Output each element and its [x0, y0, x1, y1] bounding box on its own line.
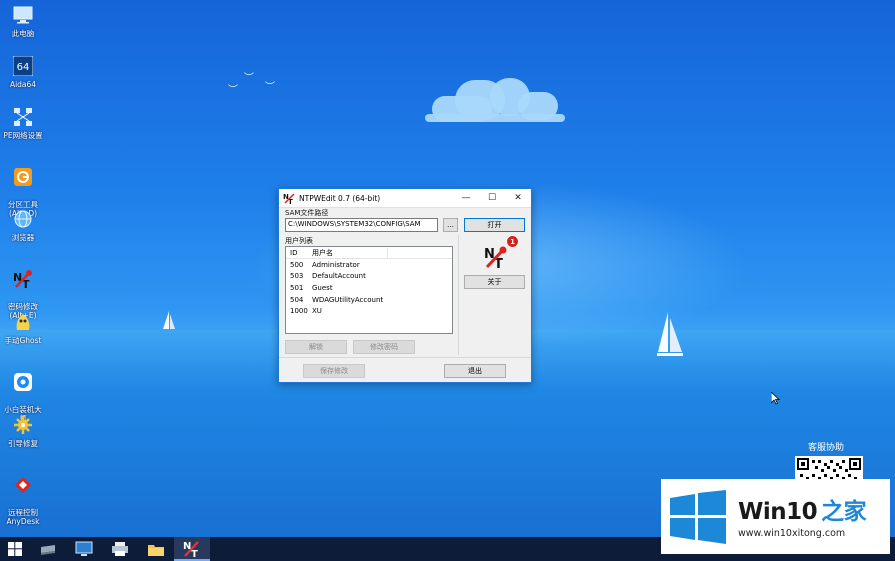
svg-text:T: T — [191, 549, 198, 557]
user-name: Guest — [312, 283, 333, 292]
browser-icon — [12, 208, 34, 230]
exit-button[interactable]: 退出 — [444, 364, 506, 378]
sailboat — [163, 311, 175, 329]
sailboat — [657, 312, 683, 356]
taskbar-device-manager[interactable] — [66, 537, 102, 561]
watermark-brand-suffix: 之家 — [821, 498, 867, 525]
desktop-icon-anydesk[interactable]: 远程控制 AnyDesk — [0, 465, 46, 535]
user-name: DefaultAccount — [312, 272, 366, 281]
start-button[interactable] — [0, 537, 30, 561]
close-button[interactable]: ✕ — [505, 189, 531, 208]
column-header-id[interactable]: ID — [286, 249, 308, 257]
desktop-icon-browser[interactable]: 浏览器 — [0, 208, 46, 242]
desktop-icon-label: Aida64 — [9, 80, 37, 89]
desktop-icon-this-pc[interactable]: 此电脑 — [0, 4, 46, 38]
maximize-button[interactable]: ☐ — [479, 189, 505, 208]
windows-logo-watermark-icon — [668, 489, 728, 544]
user-list-label: 用户列表 — [285, 237, 313, 245]
list-item[interactable]: 1000 XU — [286, 305, 452, 317]
list-header: ID 用户名 — [286, 247, 452, 259]
network-icon — [12, 106, 34, 128]
help-label: 客服协助 — [808, 443, 845, 453]
app-icon: N T — [283, 193, 295, 204]
disk-drive-icon — [41, 545, 55, 555]
taskbar-disk-tool[interactable] — [30, 537, 66, 561]
desktop-icon-label: 此电脑 — [11, 29, 35, 38]
user-id: 501 — [290, 283, 304, 292]
list-item[interactable]: 501 Guest — [286, 282, 452, 294]
notification-badge: 1 — [506, 235, 519, 248]
ghost-icon — [12, 311, 34, 333]
user-list[interactable]: ID 用户名 500 Administrator 503 DefaultAccoun… — [285, 246, 453, 334]
user-id: 1000 — [290, 307, 308, 316]
taskbar-ntpwedit[interactable]: N T — [174, 537, 210, 561]
save-changes-button[interactable]: 保存修改 — [303, 364, 365, 378]
bird: ︶ — [265, 82, 275, 93]
window-title: NTPWEdit 0.7 (64-bit) — [299, 193, 381, 203]
badge-count: 1 — [510, 237, 515, 246]
password-tool-icon: NT — [12, 268, 34, 290]
desktop-icon-boot-repair[interactable]: 引导修复 — [0, 414, 46, 448]
ntpwedit-window[interactable]: N T NTPWEdit 0.7 (64-bit) — ☐ ✕ SAM文件路径 … — [278, 188, 532, 383]
desktop-icon-label: PE网络设置 — [3, 131, 43, 140]
user-id: 500 — [290, 260, 304, 269]
unlock-button[interactable]: 解锁 — [285, 340, 347, 354]
footer-divider — [279, 357, 531, 358]
window-titlebar[interactable]: N T NTPWEdit 0.7 (64-bit) — ☐ ✕ — [279, 189, 531, 208]
sam-path-field[interactable]: C:\WINDOWS\SYSTEM32\CONFIG\SAM — [285, 218, 438, 232]
minimize-button[interactable]: — — [453, 189, 479, 208]
browse-button[interactable]: ... — [443, 218, 458, 232]
list-item[interactable]: 503 DefaultAccount — [286, 271, 452, 283]
about-button[interactable]: 关于 — [464, 275, 525, 289]
divider — [458, 235, 459, 355]
desktop-icon-label: 引导修复 — [8, 439, 38, 448]
svg-text:64: 64 — [17, 62, 30, 73]
user-name: WDAGUtilityAccount — [312, 295, 384, 304]
anydesk-icon — [12, 474, 34, 496]
change-password-button[interactable]: 修改密码 — [353, 340, 415, 354]
cloud — [425, 114, 565, 122]
folder-icon — [148, 544, 164, 556]
desktop-icon-label: 远程控制 AnyDesk — [6, 508, 40, 526]
taskbar-printer[interactable] — [102, 537, 138, 561]
device-manager-icon — [75, 541, 93, 556]
bird: ︶ — [228, 85, 238, 96]
mouse-cursor-icon — [771, 392, 780, 405]
watermark-url: www.win10xitong.com — [738, 528, 846, 539]
desktop-icon-network[interactable]: PE网络设置 — [0, 106, 46, 140]
taskbar-file-explorer[interactable] — [138, 537, 174, 561]
user-name: Administrator — [312, 260, 360, 269]
bird: ︶ — [244, 73, 254, 84]
aida64-icon: 64 — [12, 55, 34, 77]
column-header-username[interactable]: 用户名 — [308, 247, 388, 258]
watermark-brand-prefix: Win10 — [738, 498, 818, 525]
watermark-brand: Win10 之家 — [738, 492, 867, 526]
list-item[interactable]: 500 Administrator — [286, 259, 452, 271]
windows-logo-icon — [8, 542, 22, 556]
boot-repair-icon — [12, 414, 34, 436]
desktop-icon-label: 手动Ghost — [4, 336, 42, 345]
user-name: XU — [312, 307, 322, 316]
user-id: 503 — [290, 272, 304, 281]
desktop-icon-ghost[interactable]: 手动Ghost — [0, 311, 46, 345]
open-button[interactable]: 打开 — [464, 218, 525, 232]
list-item[interactable]: 504 WDAGUtilityAccount — [286, 294, 452, 306]
user-id: 504 — [290, 295, 304, 304]
computer-icon — [12, 4, 34, 26]
partition-tool-icon — [12, 166, 34, 188]
installer-icon — [12, 371, 34, 393]
ntpwedit-taskbar-icon: N T — [183, 541, 199, 557]
watermark: Win10 之家 www.win10xitong.com — [661, 479, 890, 554]
desktop-icon-aida64[interactable]: 64 Aida64 — [0, 55, 46, 89]
desktop-icon-label: 浏览器 — [11, 233, 35, 242]
printer-icon — [112, 542, 128, 556]
sam-path-label: SAM文件路径 — [285, 209, 329, 217]
ntpwedit-logo-icon: N T — [484, 246, 507, 269]
